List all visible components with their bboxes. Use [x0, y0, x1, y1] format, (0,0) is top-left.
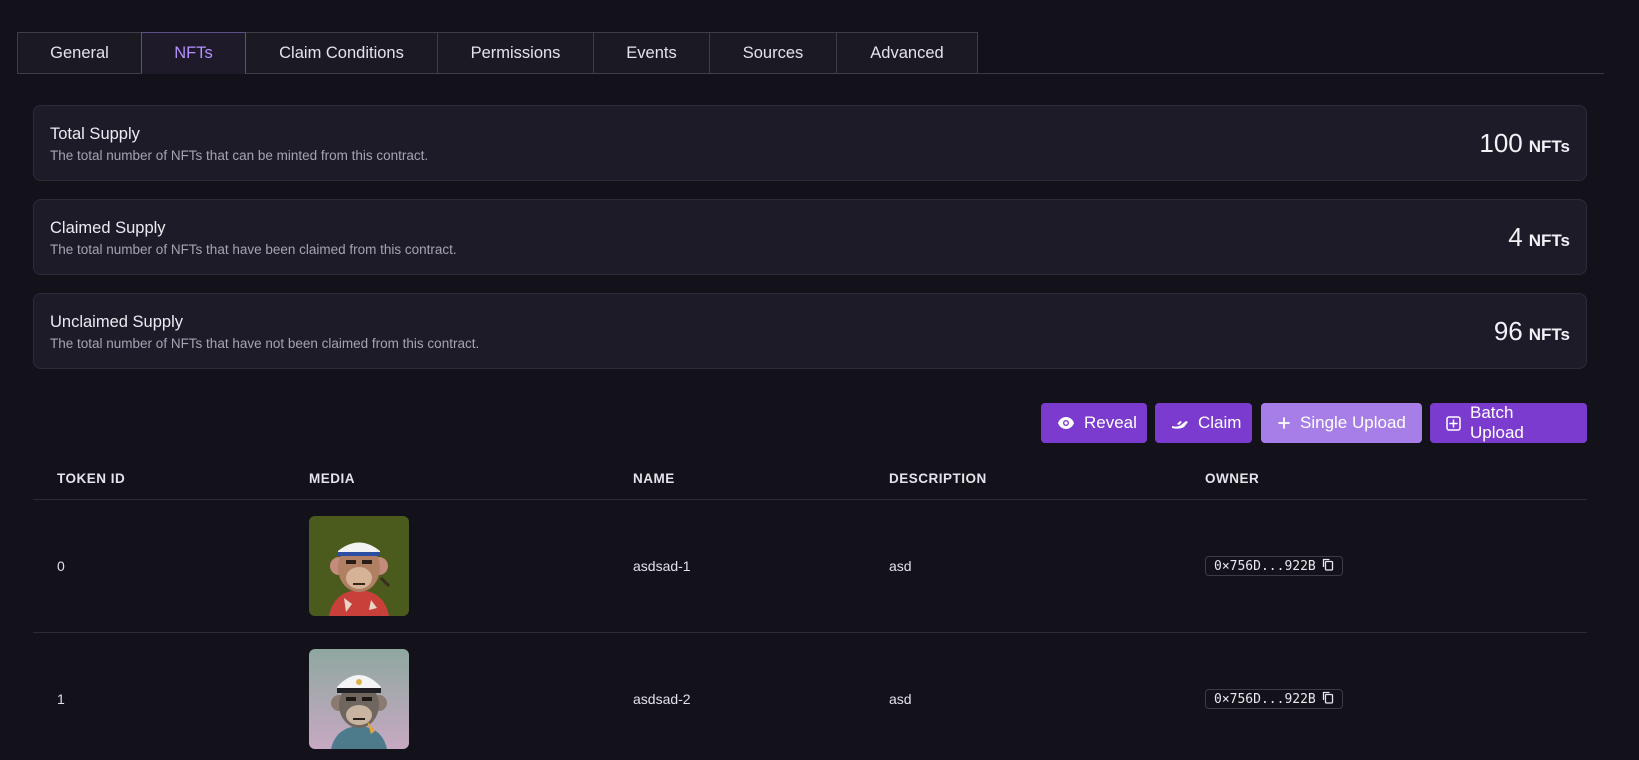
tab-nfts[interactable]: NFTs	[141, 32, 245, 74]
unclaimed-supply-card: Unclaimed Supply The total number of NFT…	[33, 293, 1587, 369]
column-header-media[interactable]: MEDIA	[309, 471, 355, 486]
column-header-description[interactable]: DESCRIPTION	[889, 471, 987, 486]
tab-permissions[interactable]: Permissions	[437, 32, 593, 74]
copy-icon[interactable]	[1322, 558, 1334, 575]
batch-upload-button[interactable]: Batch Upload	[1430, 403, 1587, 443]
card-number: 4	[1508, 222, 1523, 252]
tab-claim-conditions[interactable]: Claim Conditions	[245, 32, 437, 74]
claim-button[interactable]: Claim	[1155, 403, 1252, 443]
card-description: The total number of NFTs that have been …	[50, 242, 457, 257]
plus-icon	[1277, 416, 1291, 430]
column-header-owner[interactable]: OWNER	[1205, 471, 1259, 486]
name-cell: asdsad-2	[633, 691, 691, 707]
card-title: Claimed Supply	[50, 219, 166, 237]
card-unit: NFTs	[1528, 325, 1570, 344]
tab-advanced[interactable]: Advanced	[836, 32, 978, 74]
card-description: The total number of NFTs that have not b…	[50, 336, 480, 351]
owner-address[interactable]: 0×756D...922B	[1205, 689, 1343, 709]
card-value: 4 NFTs	[1508, 222, 1570, 253]
reveal-button[interactable]: Reveal	[1041, 403, 1147, 443]
row-divider	[33, 632, 1587, 633]
claimed-supply-card: Claimed Supply The total number of NFTs …	[33, 199, 1587, 275]
card-unit: NFTs	[1528, 137, 1570, 156]
description-cell: asd	[889, 691, 912, 707]
nft-thumbnail[interactable]	[309, 649, 409, 749]
card-title: Unclaimed Supply	[50, 313, 183, 331]
owner-address[interactable]: 0×756D...922B	[1205, 556, 1343, 576]
total-supply-card: Total Supply The total number of NFTs th…	[33, 105, 1587, 181]
column-header-name[interactable]: NAME	[633, 471, 675, 486]
card-number: 100	[1479, 128, 1523, 158]
copy-icon[interactable]	[1322, 691, 1334, 708]
eye-icon	[1057, 416, 1075, 430]
tab-sources[interactable]: Sources	[709, 32, 836, 74]
name-cell: asdsad-1	[633, 558, 691, 574]
table-header-divider	[33, 499, 1587, 500]
nft-thumbnail[interactable]	[309, 516, 409, 616]
card-number: 96	[1493, 316, 1523, 346]
card-unit: NFTs	[1528, 231, 1570, 250]
plus-square-icon	[1446, 415, 1461, 431]
tab-general[interactable]: General	[17, 32, 141, 74]
card-value: 96 NFTs	[1494, 316, 1570, 347]
token-id-cell: 0	[57, 558, 65, 574]
single-upload-button[interactable]: Single Upload	[1261, 403, 1422, 443]
card-title: Total Supply	[50, 125, 140, 143]
token-id-cell: 1	[57, 691, 65, 707]
tab-events[interactable]: Events	[593, 32, 709, 74]
tab-bar: General NFTs Claim Conditions Permission…	[17, 32, 978, 74]
column-header-token-id[interactable]: TOKEN ID	[57, 471, 125, 486]
description-cell: asd	[889, 558, 912, 574]
ship-icon	[1171, 416, 1189, 430]
card-description: The total number of NFTs that can be min…	[50, 148, 429, 163]
card-value: 100 NFTs	[1479, 128, 1570, 159]
